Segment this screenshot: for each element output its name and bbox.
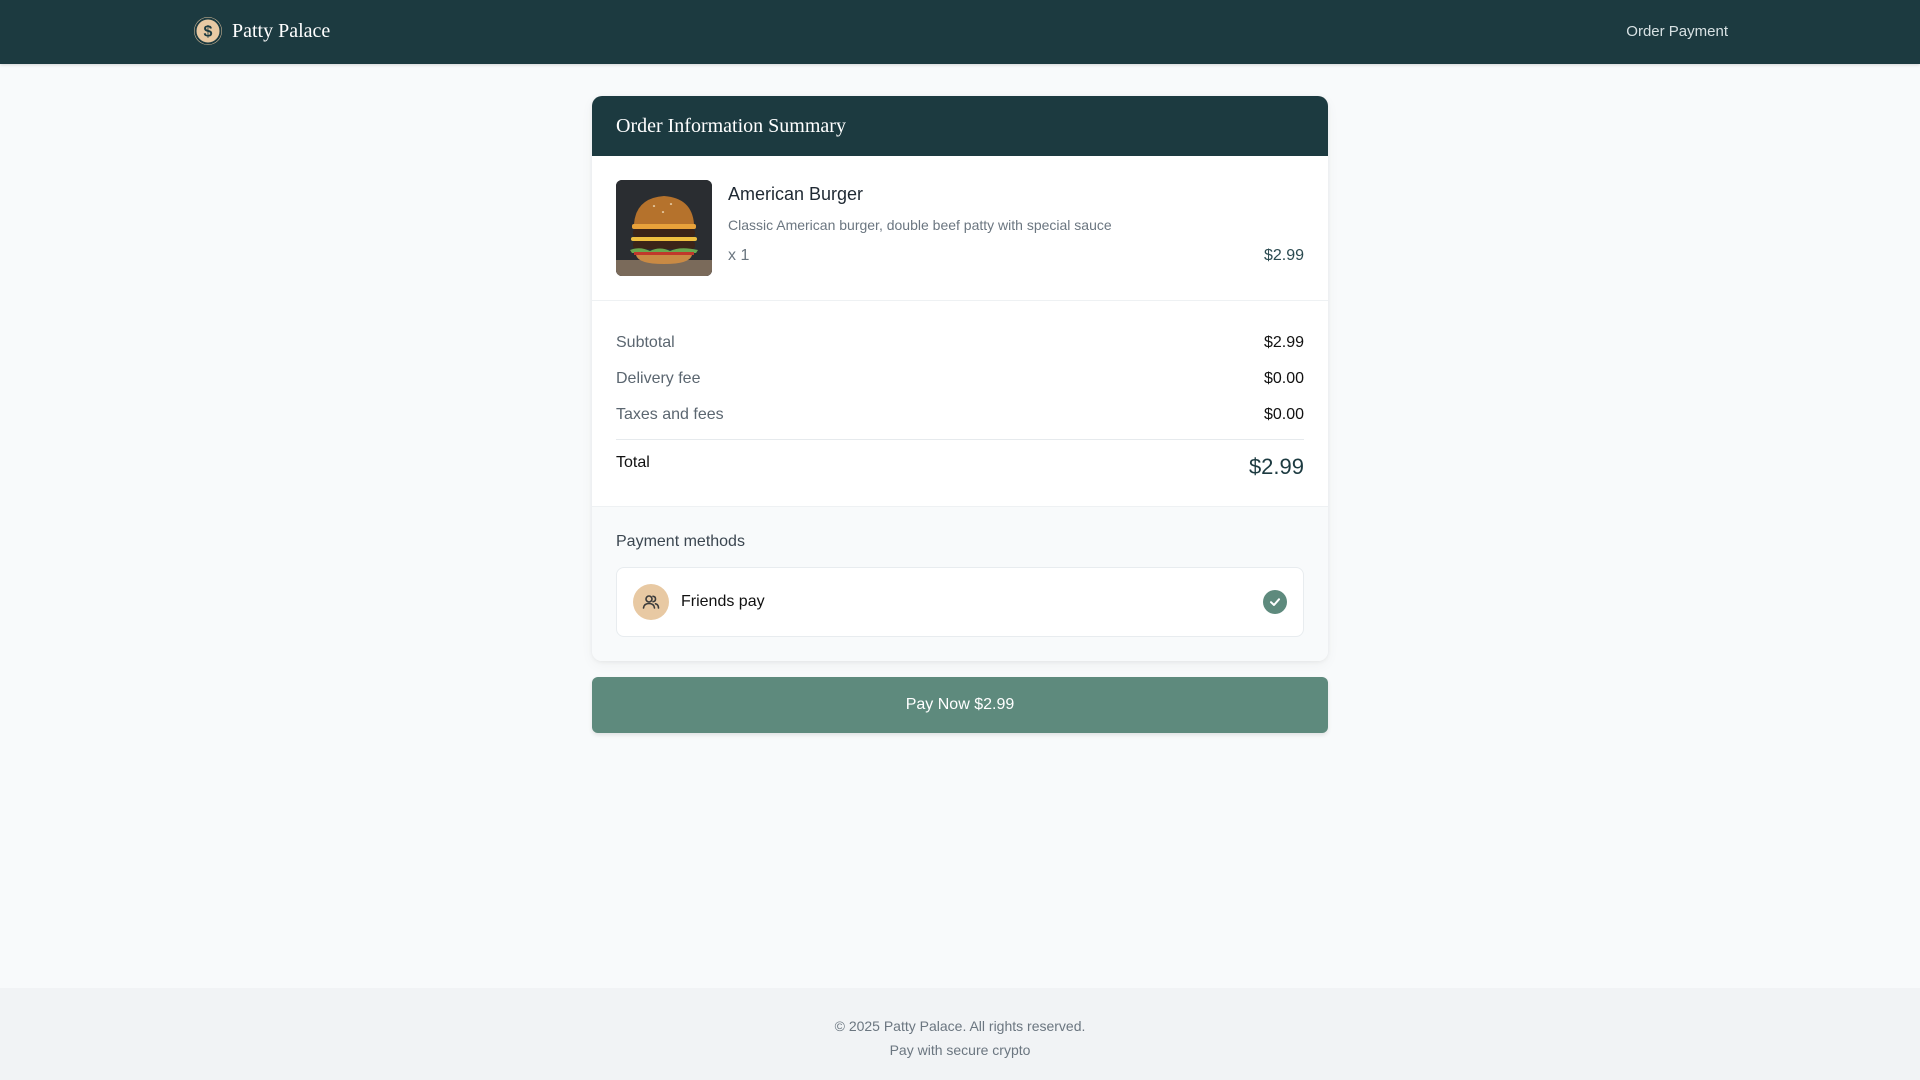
- order-summary-title: Order Information Summary: [616, 114, 846, 137]
- page-footer: © 2025 Patty Palace. All rights reserved…: [0, 988, 1920, 1080]
- order-payment-link[interactable]: Order Payment: [1626, 23, 1728, 40]
- item-name: American Burger: [728, 184, 864, 204]
- svg-text:$: $: [204, 24, 213, 41]
- footer-copyright: © 2025 Patty Palace. All rights reserved…: [834, 1018, 1086, 1034]
- order-item: American Burger Classic American burger,…: [592, 156, 1328, 301]
- check-circle-icon: [1263, 590, 1287, 614]
- delivery-fee-value: $0.00: [1263, 370, 1304, 387]
- pay-now-button[interactable]: Pay Now $2.99: [592, 677, 1328, 733]
- users-icon: [633, 584, 669, 620]
- top-nav-bar: $ Patty Palace Order Payment: [0, 0, 1920, 64]
- total-label: Total: [616, 454, 650, 471]
- order-summary-card: Order Information Summary American Burge…: [592, 96, 1328, 661]
- brand[interactable]: $ Patty Palace: [194, 17, 330, 45]
- item-quantity: x 1: [728, 247, 750, 264]
- subtotal-value: $2.99: [1263, 334, 1304, 351]
- totals-divider: [616, 439, 1304, 440]
- order-totals: Subtotal $2.99 Delivery fee $0.00 Taxes …: [592, 301, 1328, 507]
- payment-option-friends-pay[interactable]: Friends pay: [616, 567, 1304, 637]
- taxes-fees-value: $0.00: [1263, 406, 1304, 423]
- payment-methods-title: Payment methods: [616, 533, 745, 550]
- taxes-fees-row: Taxes and fees $0.00: [616, 397, 1304, 433]
- order-item-details: American Burger Classic American burger,…: [728, 180, 1304, 276]
- item-qty-price-row: x 1 $2.99: [728, 247, 1304, 265]
- delivery-fee-row: Delivery fee $0.00: [616, 361, 1304, 397]
- payment-methods-section: Payment methods Friends pay: [592, 507, 1328, 661]
- delivery-fee-label: Delivery fee: [616, 370, 701, 387]
- item-price: $2.99: [1263, 247, 1304, 264]
- subtotal-label: Subtotal: [616, 334, 675, 351]
- payment-option-label: Friends pay: [681, 593, 765, 610]
- brand-name: Patty Palace: [232, 19, 331, 42]
- dollar-coin-icon: $: [194, 17, 222, 45]
- taxes-fees-label: Taxes and fees: [616, 406, 724, 423]
- footer-tagline: Pay with secure crypto: [889, 1042, 1031, 1058]
- total-value: $2.99: [1248, 454, 1304, 479]
- subtotal-row: Subtotal $2.99: [616, 325, 1304, 361]
- item-description: Classic American burger, double beef pat…: [728, 217, 1112, 233]
- order-summary-header: Order Information Summary: [592, 96, 1328, 156]
- burger-image: [616, 180, 712, 276]
- total-row: Total $2.99: [616, 450, 1304, 480]
